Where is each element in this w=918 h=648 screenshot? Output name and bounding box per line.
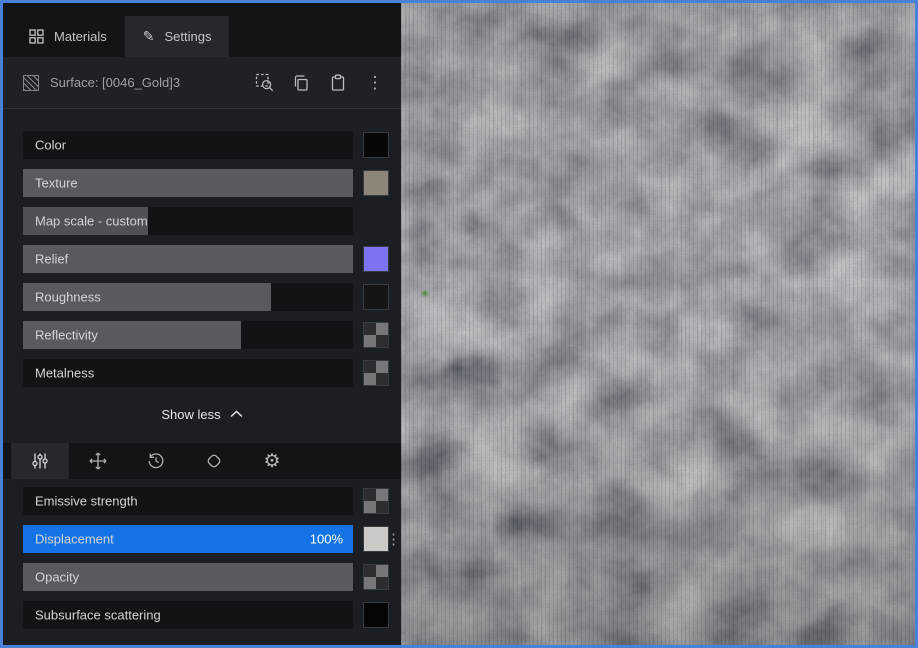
pencil-icon: ✎ bbox=[143, 28, 155, 45]
property-label: Opacity bbox=[35, 570, 79, 585]
surface-hatch-icon bbox=[23, 75, 39, 91]
displacement-slider-track[interactable]: Displacement 100% bbox=[23, 525, 353, 553]
surface-header-actions: ⋮ bbox=[252, 71, 387, 95]
roughness-swatch[interactable] bbox=[363, 284, 389, 310]
more-options-icon[interactable]: ⋮ bbox=[363, 71, 387, 95]
property-row-metalness[interactable]: Metalness bbox=[3, 359, 401, 387]
map-scale-slider-track[interactable]: Map scale - custom bbox=[23, 207, 353, 235]
subsurface-swatch[interactable] bbox=[363, 602, 389, 628]
tab-settings[interactable]: ✎ Settings bbox=[125, 16, 230, 57]
tab-material[interactable] bbox=[185, 443, 243, 479]
relief-slider-track[interactable]: Relief bbox=[23, 245, 353, 273]
property-label: Emissive strength bbox=[35, 494, 138, 509]
pick-material-icon[interactable] bbox=[252, 71, 276, 95]
tab-preferences[interactable]: ⚙ bbox=[243, 443, 301, 479]
property-label: Texture bbox=[35, 176, 78, 191]
property-label: Subsurface scattering bbox=[35, 608, 161, 623]
property-list: Color Texture Map scale - custom bbox=[3, 109, 401, 397]
displacement-options-icon[interactable]: ⋮ bbox=[386, 530, 401, 548]
property-row-displacement[interactable]: Displacement 100% ⋮ bbox=[3, 525, 401, 553]
property-row-roughness[interactable]: Roughness bbox=[3, 283, 401, 311]
reflectivity-slider-track[interactable]: Reflectivity bbox=[23, 321, 353, 349]
materials-grid-icon bbox=[29, 29, 44, 44]
chevron-up-icon bbox=[230, 410, 243, 418]
property-row-reflectivity[interactable]: Reflectivity bbox=[3, 321, 401, 349]
texture-slider-track[interactable]: Texture bbox=[23, 169, 353, 197]
property-label: Metalness bbox=[35, 366, 94, 381]
green-vegetation-speck bbox=[422, 291, 428, 296]
detail-property-list: Emissive strength Displacement 100% ⋮ Op… bbox=[3, 479, 401, 639]
roughness-slider-track[interactable]: Roughness bbox=[23, 283, 353, 311]
property-label: Relief bbox=[35, 252, 68, 267]
tab-history[interactable] bbox=[127, 443, 185, 479]
emissive-slider-track[interactable]: Emissive strength bbox=[23, 487, 353, 515]
tab-adjust-sliders[interactable] bbox=[11, 443, 69, 479]
property-label: Color bbox=[35, 138, 66, 153]
gear-icon: ⚙ bbox=[263, 452, 280, 471]
show-less-button[interactable]: Show less bbox=[3, 397, 401, 431]
sliders-icon bbox=[30, 451, 50, 471]
property-row-color[interactable]: Color bbox=[3, 131, 401, 159]
displacement-value: 100% bbox=[310, 532, 343, 547]
property-row-texture[interactable]: Texture bbox=[3, 169, 401, 197]
material-editor-panel: Materials ✎ Settings Surface: [0046_Gold… bbox=[3, 3, 401, 645]
relief-swatch[interactable] bbox=[363, 246, 389, 272]
panel-tabbar: Materials ✎ Settings bbox=[3, 3, 401, 57]
property-row-map-scale[interactable]: Map scale - custom bbox=[3, 207, 401, 235]
tab-materials[interactable]: Materials bbox=[11, 16, 125, 57]
surface-title: Surface: [0046_Gold]3 bbox=[50, 75, 252, 90]
opacity-slider-track[interactable]: Opacity bbox=[23, 563, 353, 591]
texture-swatch[interactable] bbox=[363, 170, 389, 196]
tool-tabbar: ⚙ bbox=[3, 443, 401, 479]
property-label: Displacement bbox=[35, 532, 114, 547]
slider-fill bbox=[23, 245, 353, 273]
surface-header: Surface: [0046_Gold]3 bbox=[3, 57, 401, 109]
property-row-relief[interactable]: Relief bbox=[3, 245, 401, 273]
move-icon bbox=[88, 451, 108, 471]
viewport-shading-overlay bbox=[401, 3, 915, 645]
property-row-opacity[interactable]: Opacity bbox=[3, 563, 401, 591]
metalness-slider-track[interactable]: Metalness bbox=[23, 359, 353, 387]
metalness-swatch[interactable] bbox=[363, 360, 389, 386]
viewport-3d[interactable] bbox=[401, 3, 915, 645]
reflectivity-swatch[interactable] bbox=[363, 322, 389, 348]
property-label: Reflectivity bbox=[35, 328, 98, 343]
material-icon bbox=[204, 451, 224, 471]
color-swatch[interactable] bbox=[363, 132, 389, 158]
property-row-emissive[interactable]: Emissive strength bbox=[3, 487, 401, 515]
history-icon bbox=[146, 451, 166, 471]
show-less-label: Show less bbox=[161, 407, 220, 422]
paste-icon[interactable] bbox=[326, 71, 350, 95]
property-label: Roughness bbox=[35, 290, 101, 305]
app-window: Materials ✎ Settings Surface: [0046_Gold… bbox=[0, 0, 918, 648]
copy-icon[interactable] bbox=[289, 71, 313, 95]
color-slider-track[interactable]: Color bbox=[23, 131, 353, 159]
emissive-swatch[interactable] bbox=[363, 488, 389, 514]
tab-materials-label: Materials bbox=[54, 29, 107, 44]
tab-move[interactable] bbox=[69, 443, 127, 479]
opacity-swatch[interactable] bbox=[363, 564, 389, 590]
property-row-subsurface[interactable]: Subsurface scattering bbox=[3, 601, 401, 629]
subsurface-slider-track[interactable]: Subsurface scattering bbox=[23, 601, 353, 629]
tab-settings-label: Settings bbox=[164, 29, 211, 44]
property-label: Map scale - custom bbox=[35, 214, 148, 229]
